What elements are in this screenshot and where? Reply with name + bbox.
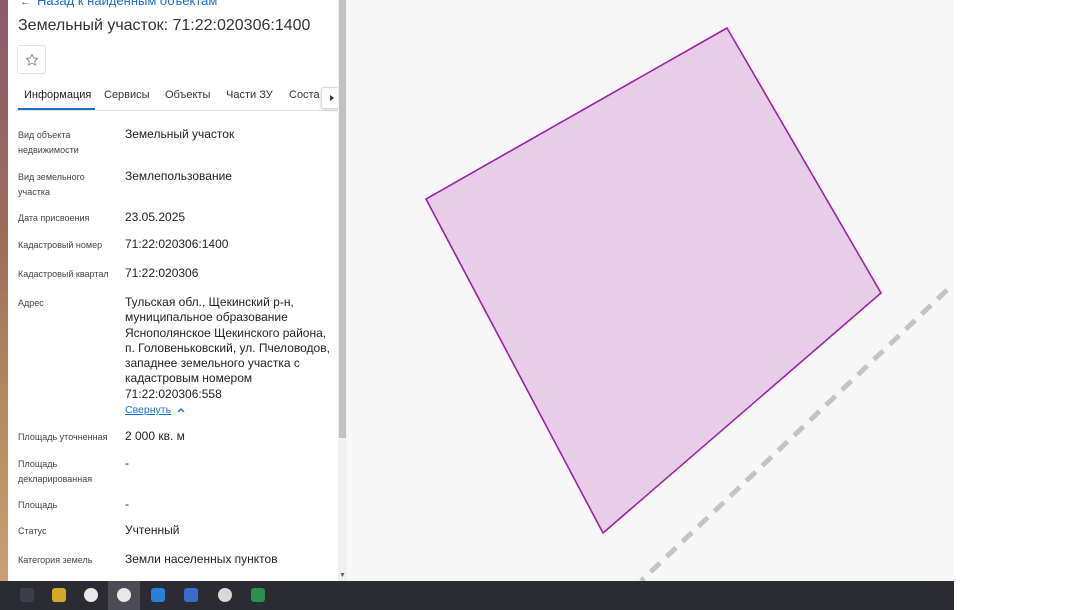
field-label-cadastral-number: Кадастровый номер: [18, 240, 103, 250]
tab-composition[interactable]: Соста: [289, 89, 320, 101]
field-value-area-declared: -: [125, 456, 129, 470]
map-canvas[interactable]: [347, 0, 954, 581]
field-label-area-specified: Площадь уточненная: [18, 432, 108, 442]
back-link-label: Назад к найденным объектам: [37, 0, 218, 8]
field-value-address: Тульская обл., Щекинский р-н, муниципаль…: [125, 295, 330, 401]
collapse-label: Свернуть: [125, 404, 172, 416]
collapse-address-link[interactable]: Свернуть: [125, 404, 185, 416]
chevron-up-icon: [177, 408, 185, 413]
active-tab-indicator: [18, 108, 95, 110]
info-panel: ← Назад к найденным объектам Земельный уч…: [8, 0, 338, 581]
map-view[interactable]: [347, 0, 954, 581]
field-label-object-type: Вид объекта недвижимости: [18, 130, 79, 155]
field-value-land-category: Земли населенных пунктов: [125, 552, 278, 566]
taskbar-word-icon[interactable]: [184, 588, 198, 602]
field-label-area-declared: Площадь декларированная: [18, 459, 93, 484]
tab-information[interactable]: Информация: [24, 89, 91, 101]
taskbar-browser-icon[interactable]: [117, 588, 131, 602]
taskbar-search-icon[interactable]: [20, 588, 34, 602]
scroll-down-arrow-icon[interactable]: ▼: [338, 571, 347, 581]
field-value-assignment-date: 23.05.2025: [125, 210, 186, 224]
field-value-area-specified: 2 000 кв. м: [125, 429, 185, 443]
field-label-cadastral-quarter: Кадастровый квартал: [18, 269, 109, 279]
field-value-cadastral-number: 71:22:020306:1400: [125, 237, 229, 251]
field-value-parcel-type: Землепользование: [125, 169, 232, 183]
field-label-parcel-type: Вид земельного участка: [18, 172, 85, 197]
taskbar-folder-icon[interactable]: [52, 588, 66, 602]
field-label-area: Площадь: [18, 500, 58, 510]
page-title: Земельный участок: 71:22:020306:1400: [18, 17, 311, 34]
taskbar-store-icon[interactable]: [151, 588, 165, 602]
field-label-assignment-date: Дата присвоения: [18, 213, 90, 223]
tab-parcel-parts[interactable]: Части ЗУ: [226, 89, 273, 101]
os-taskbar: [0, 581, 954, 610]
tab-objects[interactable]: Объекты: [165, 89, 210, 101]
scrollbar-thumb[interactable]: [339, 0, 346, 438]
star-outline-icon: [25, 53, 38, 65]
field-value-cadastral-quarter: 71:22:020306: [125, 266, 199, 280]
panel-scrollbar[interactable]: ▼: [338, 0, 347, 581]
tab-services[interactable]: Сервисы: [104, 89, 150, 101]
taskbar-app-icon[interactable]: [84, 588, 98, 602]
favorite-button[interactable]: [17, 45, 46, 74]
arrow-left-icon: ←: [20, 0, 31, 8]
tab-bar: Информация Сервисы Объекты Части ЗУ Сост…: [16, 85, 338, 111]
desktop-edge: [0, 0, 8, 581]
chevron-right-icon: [330, 95, 334, 101]
field-value-status: Учтенный: [125, 523, 180, 537]
taskbar-chrome-icon[interactable]: [218, 588, 232, 602]
tabs-scroll-right-button[interactable]: [321, 87, 338, 109]
field-label-status: Статус: [18, 526, 47, 536]
field-label-land-category: Категория земель: [18, 555, 93, 565]
back-to-results-link[interactable]: ← Назад к найденным объектам: [20, 0, 217, 8]
taskbar-excel-icon[interactable]: [251, 588, 265, 602]
field-label-address: Адрес: [18, 298, 44, 308]
field-value-object-type: Земельный участок: [125, 127, 235, 141]
land-parcel-polygon[interactable]: [424, 26, 883, 535]
field-value-area: -: [125, 497, 129, 511]
blank-area: [954, 0, 1073, 610]
